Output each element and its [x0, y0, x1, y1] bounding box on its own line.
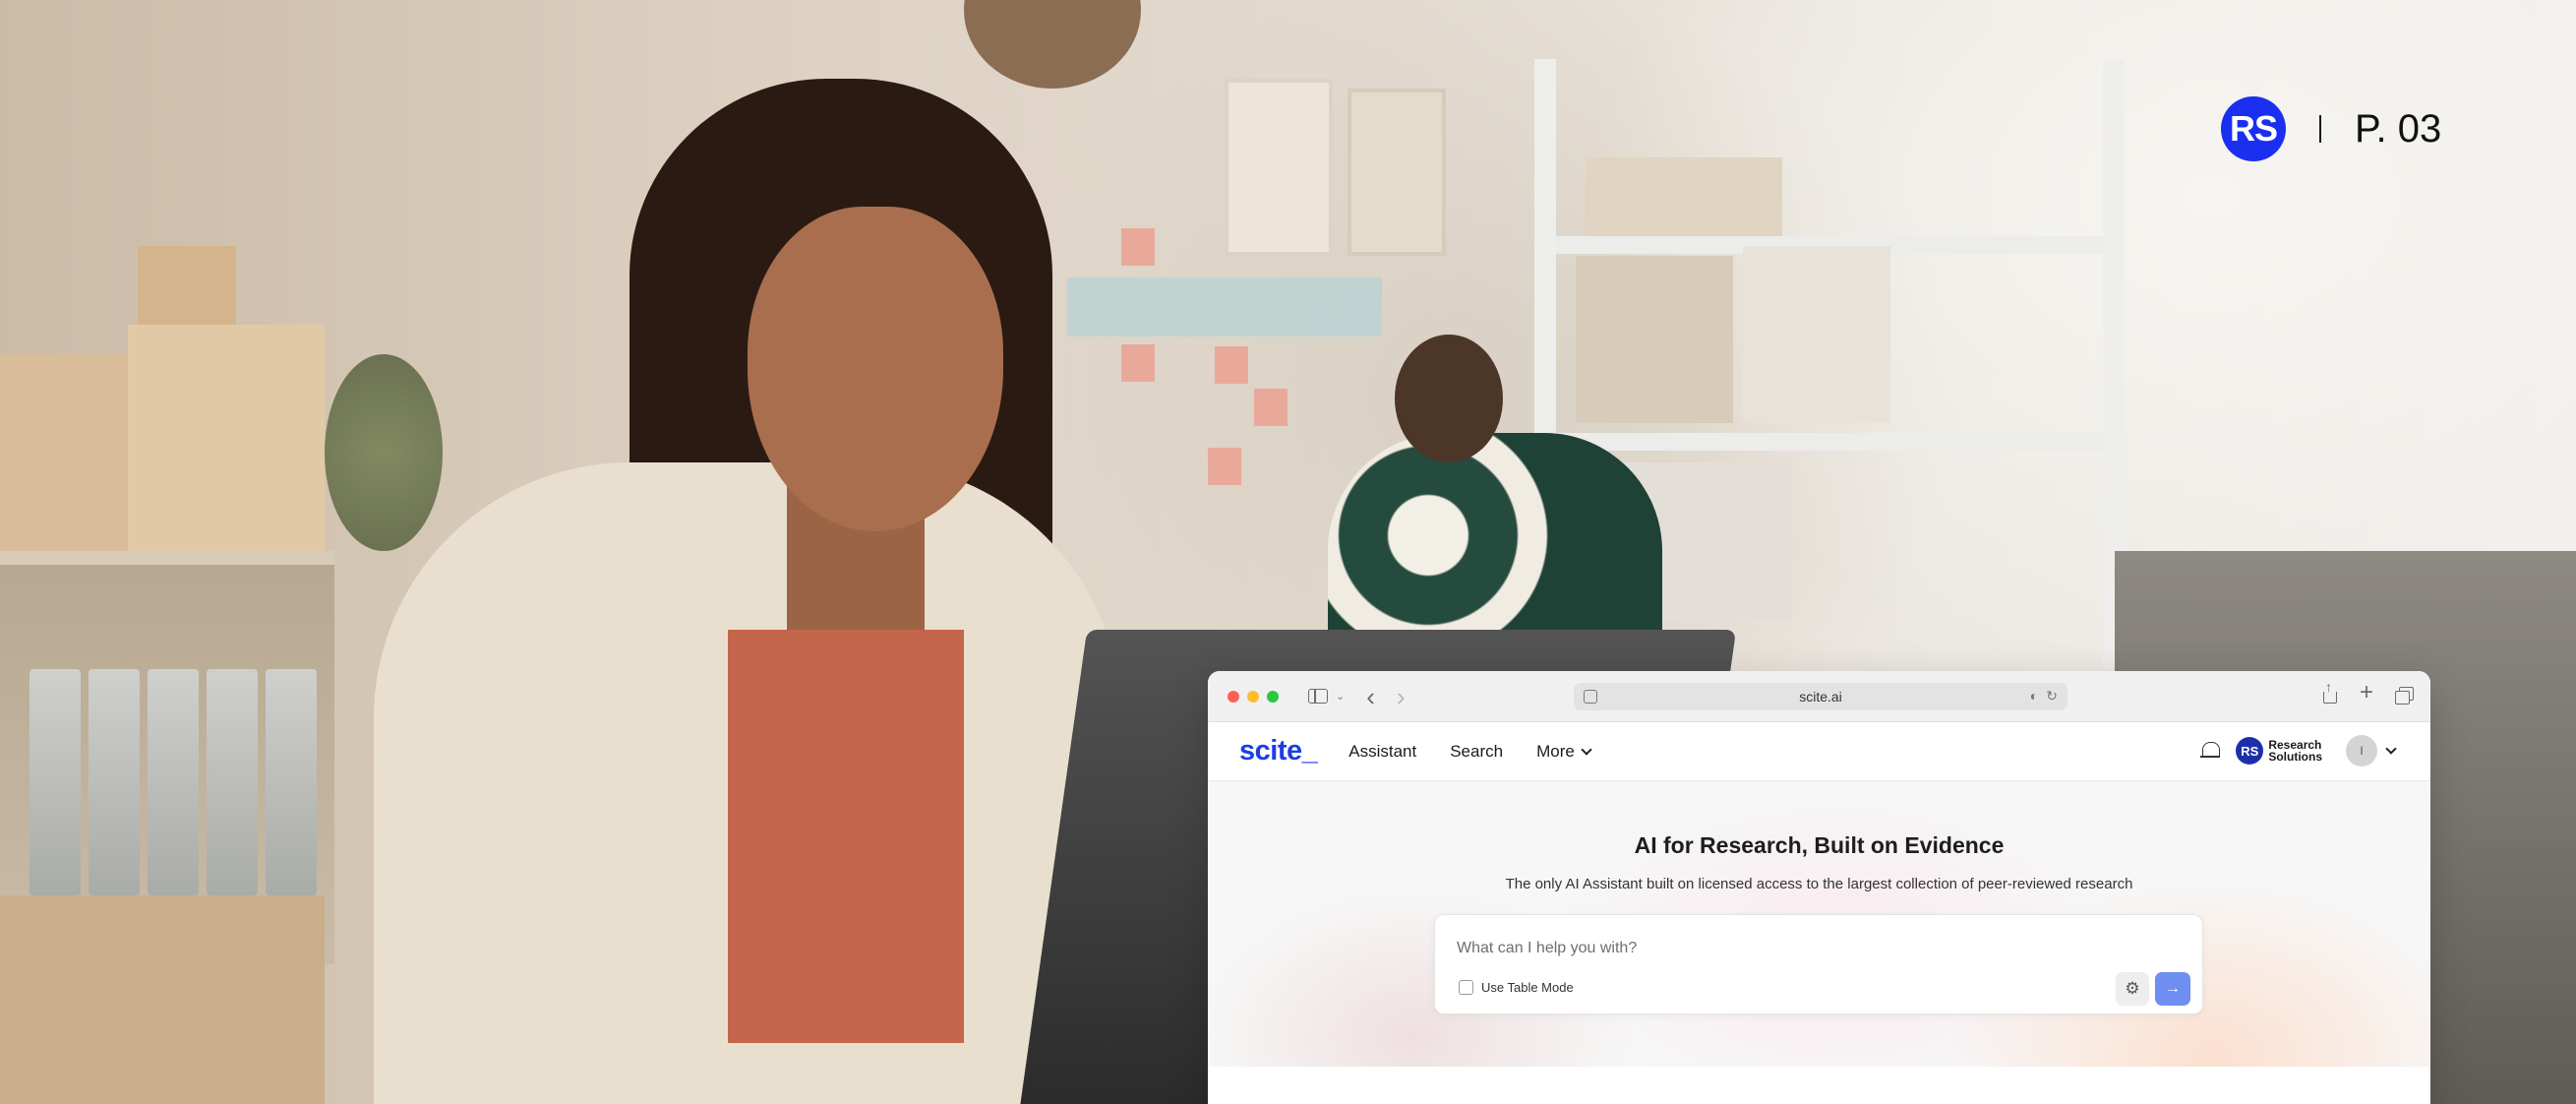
bell-icon[interactable]: [2200, 740, 2221, 762]
chevron-down-icon[interactable]: [2385, 743, 2397, 755]
share-icon[interactable]: [2322, 679, 2338, 704]
table-mode-toggle[interactable]: Use Table Mode: [1459, 980, 1574, 995]
chevron-down-icon: [1581, 743, 1592, 756]
binder: [89, 669, 140, 895]
nav-assistant[interactable]: Assistant: [1348, 742, 1416, 762]
shelf-box: [1743, 246, 1890, 423]
rs-mini-badge: RS: [2236, 737, 2264, 765]
tab-overview-icon[interactable]: [2395, 687, 2414, 705]
header-actions: RS Research Solutions I: [2200, 735, 2397, 767]
browser-titlebar: ⌄ ‹ › scite.ai ◐ ↻ +: [1208, 671, 2430, 722]
table-mode-label: Use Table Mode: [1481, 980, 1574, 995]
browser-window: ⌄ ‹ › scite.ai ◐ ↻ + scite_ Assistant Se…: [1208, 671, 2430, 1104]
shelf-box: [1586, 157, 1782, 236]
minimize-window-button[interactable]: [1247, 690, 1259, 703]
woman-top: [728, 630, 964, 1043]
zoom-window-button[interactable]: [1267, 690, 1279, 703]
binder: [207, 669, 258, 895]
cardboard-box: [128, 325, 325, 551]
sticky-note: [1215, 346, 1248, 384]
sidebar-toggle-icon[interactable]: [1308, 689, 1328, 704]
research-solutions-logo[interactable]: RS Research Solutions: [2236, 737, 2322, 765]
wall-clock: [964, 0, 1141, 89]
address-bar-actions: ◐ ↻: [2030, 688, 2058, 705]
wall-notes: [1067, 277, 1382, 337]
cardboard-box: [138, 246, 236, 335]
wall-art: [1348, 89, 1446, 256]
binder: [148, 669, 199, 895]
cardboard-box: [0, 895, 325, 1104]
hero-title: AI for Research, Built on Evidence: [1634, 832, 2005, 858]
shelf-box: [1576, 256, 1733, 423]
page-branding: RS P. 03: [2221, 96, 2441, 161]
assistant-prompt-box: Use Table Mode ⚙ →: [1434, 914, 2203, 1014]
send-button[interactable]: →: [2155, 972, 2190, 1006]
translate-icon[interactable]: ◐: [2030, 688, 2038, 705]
forward-arrow-icon[interactable]: ›: [1397, 684, 1406, 709]
wall-art: [1225, 79, 1333, 256]
nav-search[interactable]: Search: [1450, 742, 1503, 762]
prompt-input[interactable]: [1457, 937, 2145, 960]
brand-divider: [2319, 115, 2321, 143]
plant: [325, 354, 443, 551]
page-number: P. 03: [2355, 106, 2442, 151]
scite-logo[interactable]: scite_: [1239, 735, 1318, 767]
avatar[interactable]: I: [2346, 735, 2377, 767]
person-background-head: [1395, 335, 1503, 462]
new-tab-icon[interactable]: +: [2360, 681, 2373, 705]
url-text: scite.ai: [1799, 689, 1842, 705]
address-bar[interactable]: scite.ai ◐ ↻: [1574, 683, 2067, 710]
page-content-below: [1208, 1067, 2430, 1104]
page-settings-icon[interactable]: [1584, 690, 1597, 704]
sticky-note: [1121, 344, 1155, 382]
cardboard-box: [0, 354, 138, 551]
sticky-note: [1121, 228, 1155, 266]
browser-toolbar-right: +: [2322, 679, 2414, 705]
nav-more-label: More: [1536, 741, 1575, 761]
close-window-button[interactable]: [1228, 690, 1239, 703]
hero-subtitle: The only AI Assistant built on licensed …: [1505, 876, 2133, 892]
binder: [30, 669, 81, 895]
nav-more[interactable]: More: [1536, 741, 1592, 762]
arrow-right-icon: →: [2165, 980, 2181, 997]
shelf-plank: [1556, 433, 2103, 451]
settings-button[interactable]: ⚙: [2116, 972, 2149, 1006]
back-arrow-icon[interactable]: ‹: [1366, 684, 1375, 709]
binder: [266, 669, 317, 895]
sticky-note: [1254, 389, 1288, 426]
rs-logo: RS: [2221, 96, 2286, 161]
rs-mini-text-line2: Solutions: [2268, 750, 2322, 764]
woman-face: [748, 207, 1003, 531]
rs-mini-text: Research Solutions: [2268, 739, 2322, 763]
reload-icon[interactable]: ↻: [2046, 688, 2058, 705]
hero-section: AI for Research, Built on Evidence The o…: [1208, 781, 2430, 1067]
site-header: scite_ Assistant Search More RS Research…: [1208, 722, 2430, 781]
gear-icon: ⚙: [2125, 979, 2140, 998]
chevron-down-icon[interactable]: ⌄: [1336, 690, 1345, 703]
window-controls: [1228, 690, 1279, 703]
sticky-note: [1208, 448, 1241, 485]
table-mode-checkbox[interactable]: [1459, 980, 1473, 995]
